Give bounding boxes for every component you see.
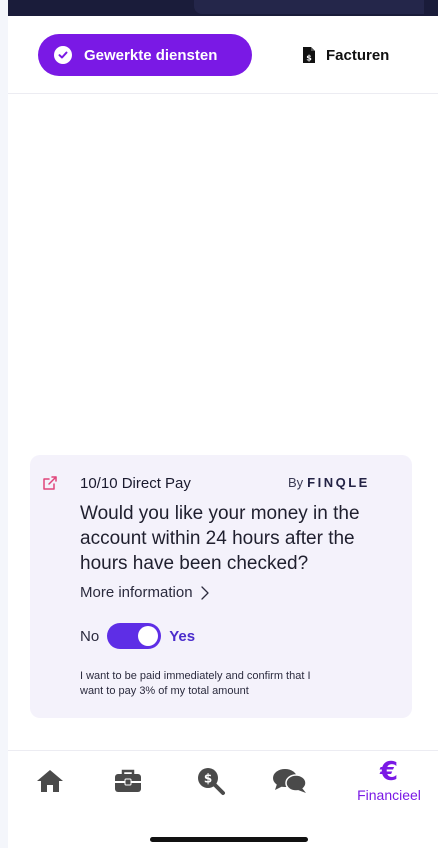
- svg-text:$: $: [306, 54, 312, 63]
- financial-tabs: Gewerkte diensten $ Facturen: [8, 16, 438, 94]
- chevron-right-icon: [200, 585, 209, 600]
- briefcase-icon: [115, 769, 141, 792]
- check-circle-icon: [54, 46, 72, 64]
- nav-messages[interactable]: [270, 751, 310, 811]
- chat-icon: [273, 769, 307, 793]
- euro-icon: €: [379, 757, 399, 787]
- bottom-navigation: $ € Financieel: [8, 750, 438, 810]
- status-bar: [8, 0, 438, 16]
- tab-facturen[interactable]: $ Facturen: [302, 34, 389, 76]
- tab-facturen-label: Facturen: [326, 46, 390, 64]
- external-link-icon[interactable]: [42, 475, 58, 496]
- tab-gewerkte-diensten-label: Gewerkte diensten: [84, 46, 218, 64]
- card-question: Would you like your money in the account…: [80, 503, 360, 574]
- toggle-no-label: No: [80, 627, 100, 645]
- nav-payments[interactable]: $: [193, 751, 229, 811]
- nav-financieel-label: Financieel: [357, 787, 421, 803]
- svg-text:$: $: [204, 772, 212, 786]
- more-information-label: More information: [80, 584, 193, 601]
- app-screen: Gewerkte diensten $ Facturen 10/10 Direc…: [8, 0, 438, 848]
- more-information-link[interactable]: More information: [80, 584, 209, 601]
- direct-pay-card: 10/10 Direct Pay By FINQLE Would you like…: [30, 455, 412, 718]
- direct-pay-toggle[interactable]: [107, 623, 162, 649]
- toggle-knob: [138, 626, 159, 646]
- toggle-yes-label: Yes: [169, 627, 196, 645]
- status-bar-shade: [194, 0, 424, 14]
- nav-financieel[interactable]: € Financieel: [348, 751, 430, 811]
- home-icon: [37, 770, 63, 792]
- card-title: 10/10 Direct Pay: [80, 475, 191, 492]
- nav-jobs[interactable]: [110, 751, 146, 811]
- card-note: I want to be paid immediately and confir…: [80, 670, 311, 697]
- invoice-icon: $: [302, 46, 316, 64]
- nav-home[interactable]: [32, 751, 68, 811]
- provider-by: By: [288, 475, 304, 490]
- provider-label: By FINQLE: [288, 475, 370, 490]
- tab-gewerkte-diensten[interactable]: Gewerkte diensten: [38, 34, 252, 76]
- money-search-icon: $: [198, 768, 225, 795]
- direct-pay-toggle-row: No Yes: [80, 623, 195, 649]
- home-indicator: [150, 837, 308, 842]
- provider-brand: FINQLE: [307, 475, 370, 490]
